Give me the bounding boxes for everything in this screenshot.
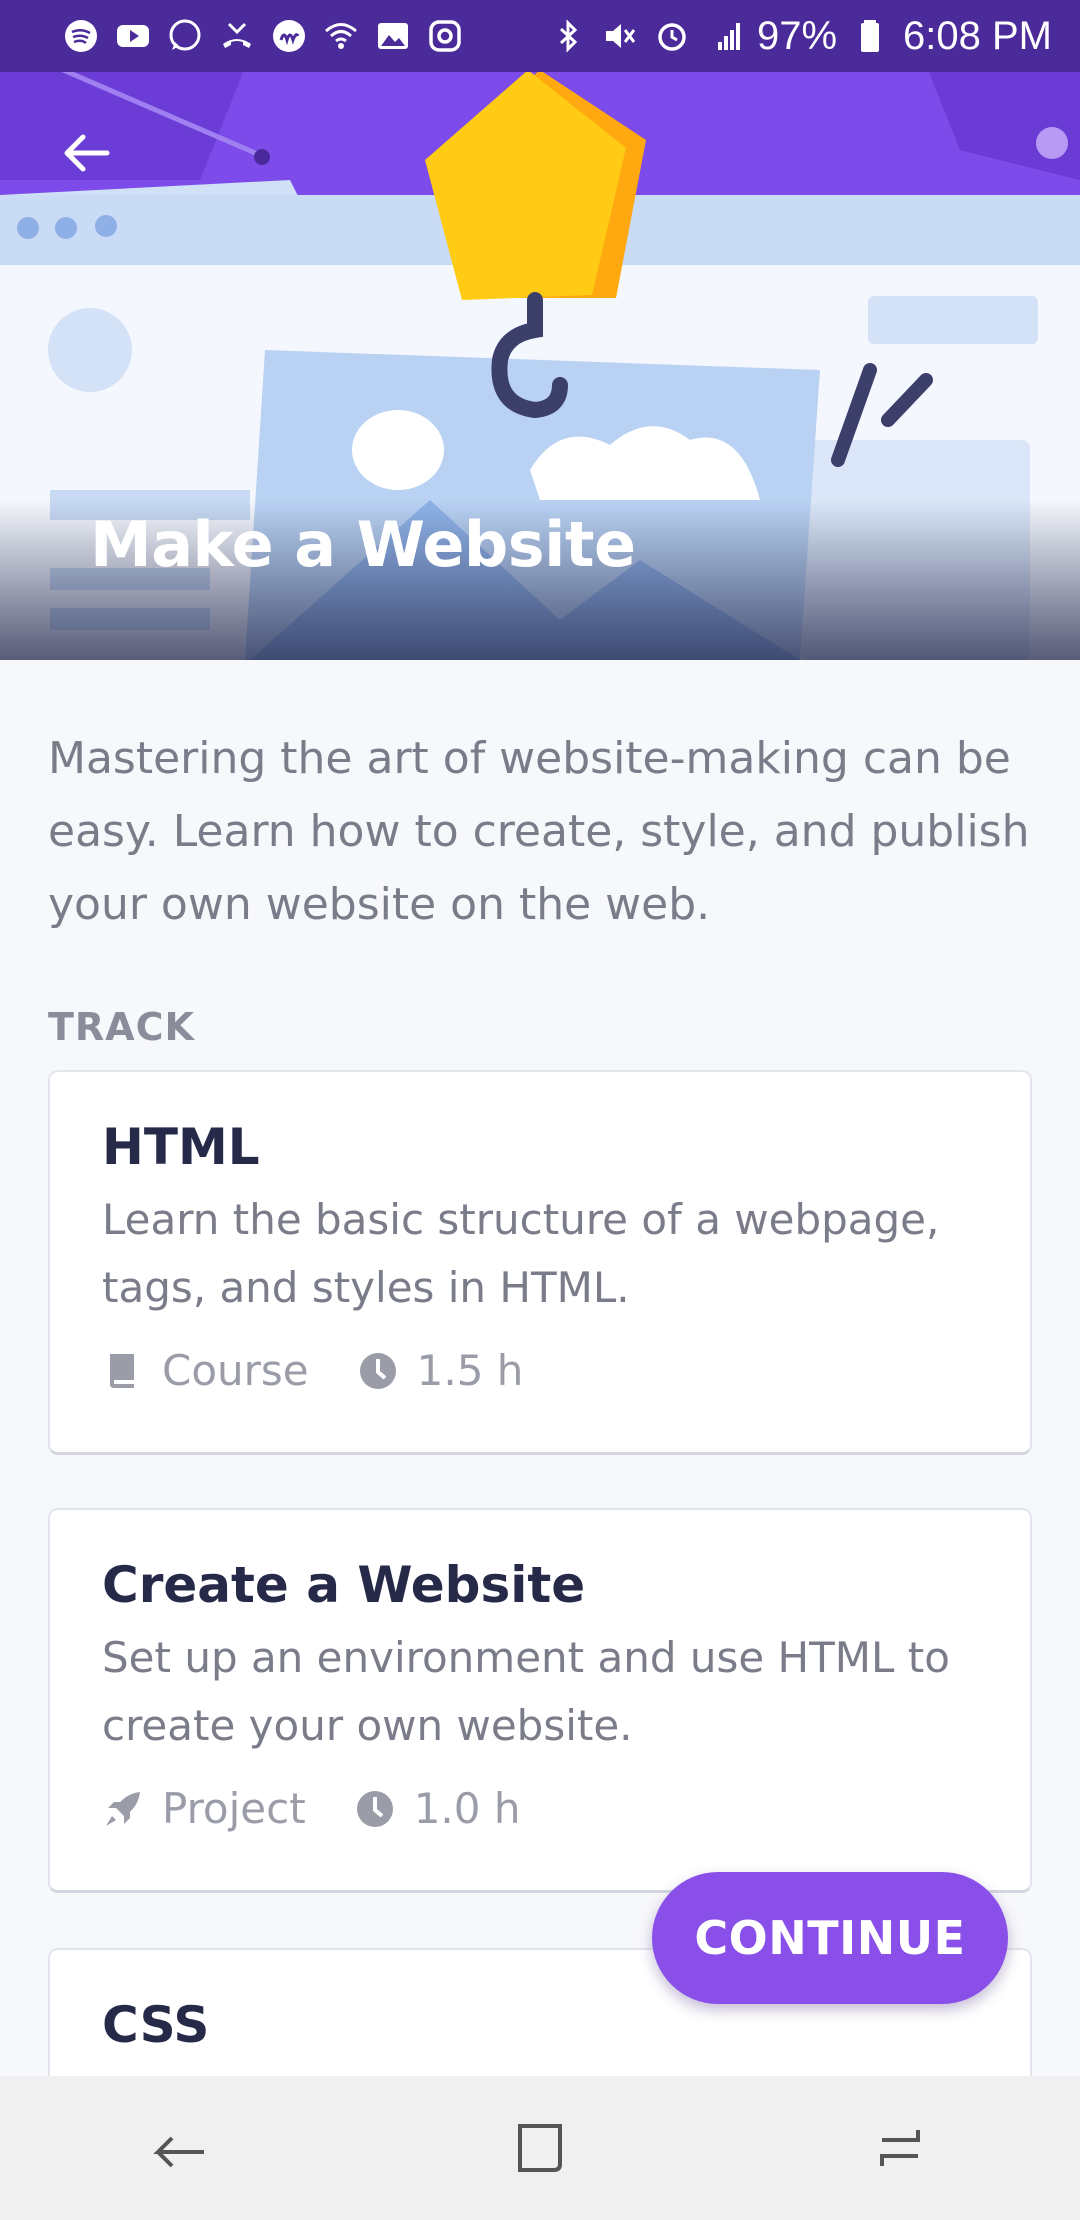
track-section-label: TRACK (48, 1005, 195, 1049)
alarm-icon (653, 17, 691, 55)
card-type-label: Project (162, 1784, 306, 1833)
screen: Make a Website 97% 6:08 PM Mastering the… (0, 0, 1080, 2220)
battery-percentage: 97% (756, 13, 838, 58)
card-title: Create a Website (102, 1556, 586, 1614)
track-card-html[interactable]: HTML Learn the basic structure of a webp… (48, 1070, 1032, 1455)
nav-back-button[interactable] (125, 2093, 235, 2203)
card-meta: Course 1.5 h (102, 1346, 978, 1395)
wifi-icon (322, 17, 360, 55)
card-title: CSS (102, 1996, 210, 2054)
hero-banner: Make a Website (0, 0, 1080, 660)
arrow-left-icon (64, 134, 110, 172)
system-nav-bar (0, 2076, 1080, 2220)
card-description: Learn the basic structure of a webpage, … (102, 1195, 940, 1312)
card-duration: 1.5 h (357, 1346, 524, 1395)
whatsapp-icon (166, 17, 204, 55)
card-meta: Project 1.0 h (102, 1784, 978, 1833)
bluetooth-icon (549, 17, 587, 55)
spotify-icon (62, 17, 100, 55)
status-notification-icons (62, 17, 464, 55)
clock-icon (359, 1352, 396, 1389)
clock-icon (356, 1790, 393, 1827)
card-duration-label: 1.5 h (416, 1346, 524, 1395)
continue-button[interactable]: CONTINUE (652, 1872, 1008, 2004)
path-description: Mastering the art of website-making can … (48, 733, 1030, 930)
status-bar: 97% 6:08 PM (0, 0, 1080, 72)
missed-call-icon (218, 17, 256, 55)
status-time: 6:08 PM (903, 13, 1052, 58)
card-type: Project (102, 1784, 306, 1833)
page-title: Make a Website (90, 508, 636, 581)
youtube-icon (114, 17, 152, 55)
nav-home-button[interactable] (485, 2093, 595, 2203)
card-type-label: Course (162, 1346, 309, 1395)
mute-icon (601, 17, 639, 55)
card-duration-label: 1.0 h (413, 1784, 521, 1833)
home-nav-icon (518, 2124, 562, 2172)
status-system-icons: 97% 6:08 PM (549, 14, 1052, 59)
back-nav-icon (153, 2136, 204, 2168)
card-description: Set up an environment and use HTML to cr… (102, 1633, 950, 1750)
rocket-icon (106, 1791, 140, 1826)
lte-signal-icon (705, 17, 743, 55)
nav-recents-button[interactable] (845, 2093, 955, 2203)
track-card-create-a-website[interactable]: Create a Website Set up an environment a… (48, 1508, 1032, 1893)
recents-nav-icon (880, 2130, 920, 2166)
card-type: Course (102, 1346, 309, 1395)
book-icon (110, 1353, 134, 1388)
gallery-icon (374, 17, 412, 55)
instagram-icon (426, 17, 464, 55)
app-icon (270, 17, 308, 55)
card-title: HTML (102, 1118, 260, 1176)
card-duration: 1.0 h (354, 1784, 521, 1833)
battery-icon (851, 17, 889, 55)
back-button[interactable] (50, 118, 120, 188)
